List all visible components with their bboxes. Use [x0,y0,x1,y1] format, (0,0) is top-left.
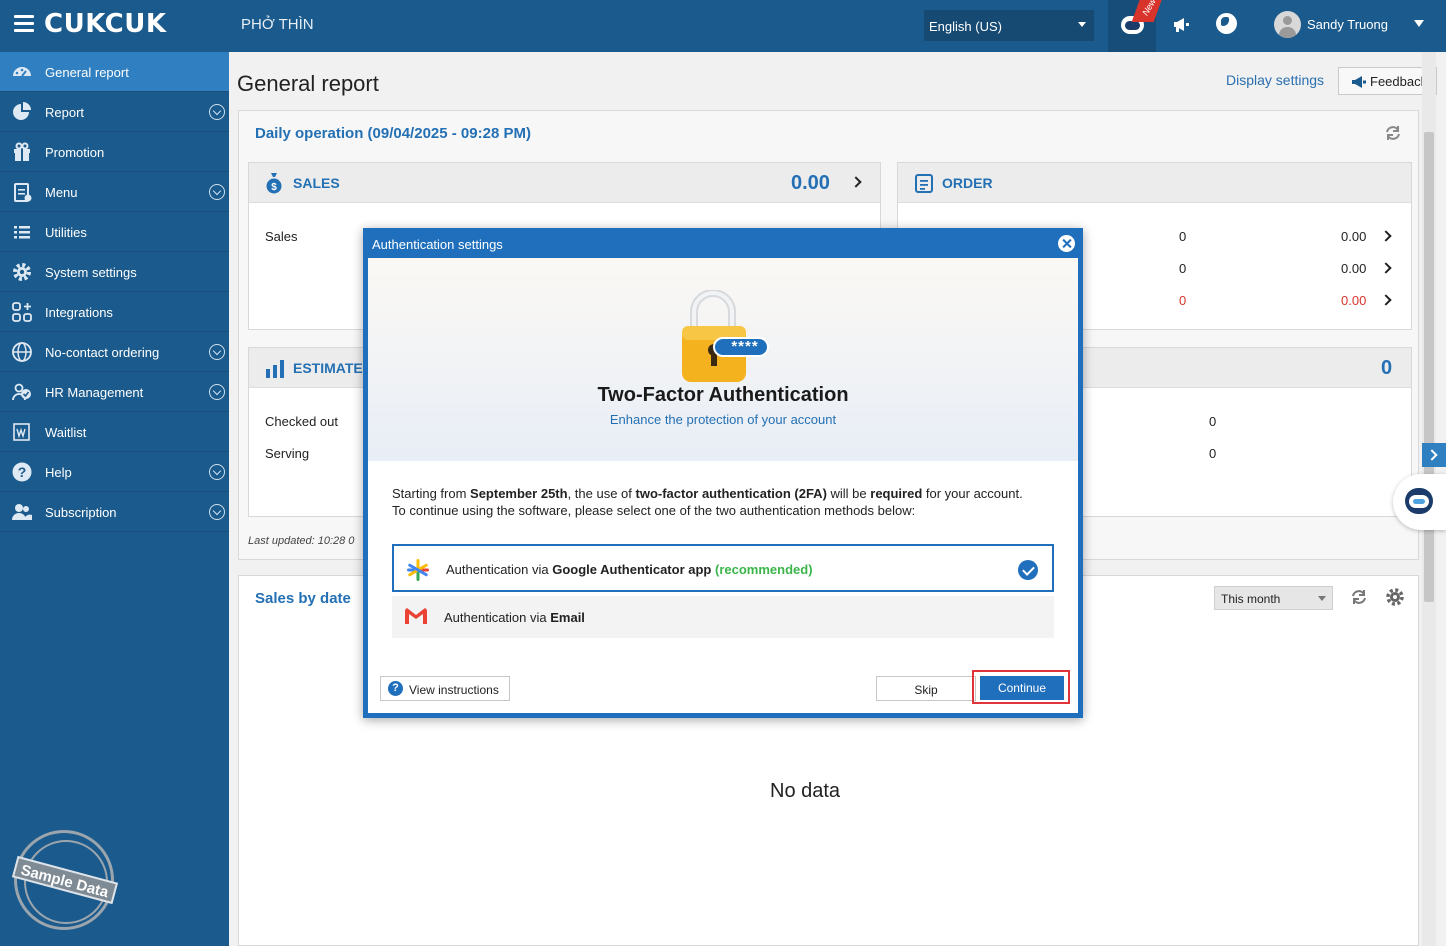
two-factor-subtitle: Enhance the protection of your account [609,412,837,427]
skip-button[interactable]: Skip [876,676,976,701]
gmail-icon [405,608,427,624]
google-authenticator-icon [407,559,429,581]
option-google-label: Authentication via Google Authenticator … [446,562,813,577]
continue-button[interactable]: Continue [980,676,1064,700]
dialog-hero: **** Two-Factor Authentication Enhance t… [368,258,1078,461]
intro-text: Starting from [392,486,471,501]
option-google-authenticator[interactable]: Authentication via Google Authenticator … [392,544,1054,592]
checkmark-icon [1018,560,1038,580]
two-factor-title: Two-Factor Authentication [597,384,849,406]
intro-date: September 25th [470,486,568,501]
authentication-settings-dialog: Authentication settings **** Two-Factor … [363,228,1083,718]
dialog-title: Authentication settings [372,237,503,252]
option-email[interactable]: Authentication via Email [392,596,1054,638]
option-prefix: Authentication via [446,562,553,577]
close-icon[interactable] [1058,235,1075,252]
dialog-header: Authentication settings [363,228,1083,258]
option-name: Google Authenticator app [552,562,712,577]
option-name: Email [550,610,585,625]
intro-required: required [870,486,923,501]
password-mask: **** [731,338,759,355]
intro-2fa: two-factor authentication (2FA) [635,486,827,501]
help-icon: ? [388,681,403,696]
view-instructions-button[interactable]: ? View instructions [380,676,510,701]
continue-highlight: Continue [972,670,1070,704]
option-email-label: Authentication via Email [444,610,585,625]
two-factor-intro: Starting from September 25th, the use of… [392,485,1032,519]
recommended-tag: (recommended) [715,562,813,577]
option-prefix: Authentication via [444,610,551,625]
intro-text: will be [826,486,871,501]
view-instructions-label: View instructions [409,683,499,697]
intro-text: , the use of [567,486,636,501]
